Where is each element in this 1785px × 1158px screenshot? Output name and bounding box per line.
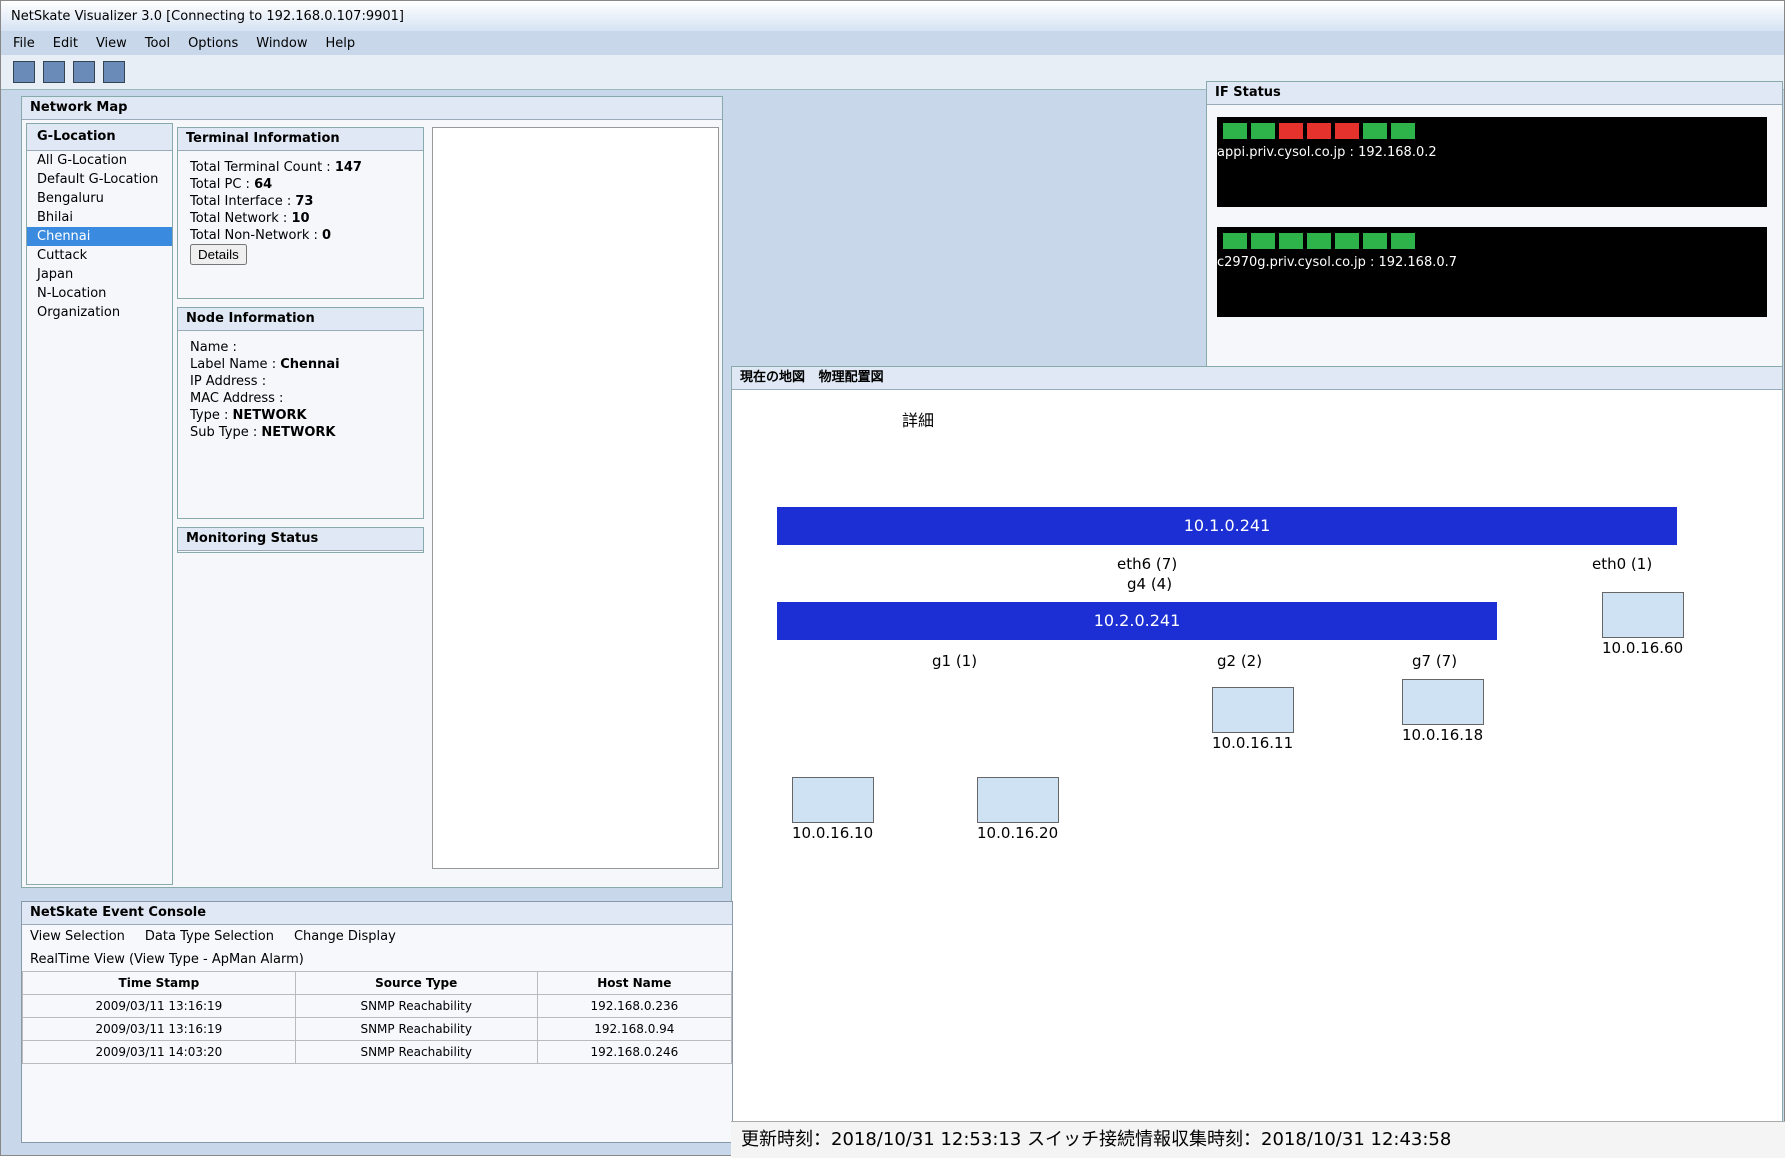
host-node[interactable] [1212,687,1294,733]
if-device-2: c2970g.priv.cysol.co.jp : 192.168.0.7 [1217,227,1767,317]
tab-physical-layout[interactable]: 物理配置図 [819,370,884,385]
details-button[interactable]: Details [190,244,247,265]
menu-file[interactable]: File [13,36,35,51]
tree-item[interactable]: Bengaluru [27,189,172,208]
nlocation-tab[interactable]: N-Location [27,284,172,303]
network-map-panel: Network Map G-Location All G-Location De… [21,96,723,888]
if-device-1: appi.priv.cysol.co.jp : 192.168.0.2 [1217,117,1767,207]
network-bar[interactable]: 10.2.0.241 [777,602,1497,640]
toolbar-icon[interactable] [13,61,35,83]
table-row[interactable]: 2009/03/11 13:16:19 SNMP Reachability 192.… [22,994,733,1018]
tree-item[interactable]: Default G-Location [27,170,172,189]
table-row[interactable]: 2009/03/11 14:03:20 SNMP Reachability 192.… [22,1040,733,1064]
host-label: c2970g.priv.cysol.co.jp : 192.168.0.7 [1217,255,1458,270]
organization-tab[interactable]: Organization [27,303,172,322]
physical-map-window: 現在の地図 物理配置図 詳細 10.1.0.241 10.2.0.241 eth… [731,366,1783,1123]
menu-edit[interactable]: Edit [53,36,78,51]
tree-item[interactable]: All G-Location [27,151,172,170]
toolbar-icon[interactable] [73,61,95,83]
glocation-header: G-Location [27,124,172,151]
window-title: NetSkate Visualizer 3.0 [Connecting to 1… [1,1,1784,31]
main-window: NetSkate Visualizer 3.0 [Connecting to 1… [0,0,1785,1158]
network-bar[interactable]: 10.1.0.241 [777,507,1677,545]
tree-item[interactable]: Bhilai [27,208,172,227]
tree-item[interactable]: Chennai [27,227,172,246]
glocation-tree: G-Location All G-Location Default G-Loca… [26,123,173,885]
if-status-title: IF Status [1207,82,1782,105]
terminal-header: Terminal Information [178,128,423,151]
toolbar-icon[interactable] [43,61,65,83]
menu-tool[interactable]: Tool [145,36,170,51]
event-console: NetSkate Event Console View Selection Dat… [21,901,733,1143]
if-status-panel: IF Status appi.priv.cysol.co.jp : 192.16… [1206,81,1783,368]
host-node[interactable] [792,777,874,823]
menu-window[interactable]: Window [256,36,307,51]
monitoring-status[interactable]: Monitoring Status [177,527,424,553]
node-header: Node Information [178,308,423,331]
menu-options[interactable]: Options [188,36,238,51]
event-table: Time Stamp Source Type Host Name 2009/03/1… [22,971,733,1064]
view-label: RealTime View (View Type - ApMan Alarm) [30,952,304,967]
host-label: appi.priv.cysol.co.jp : 192.168.0.2 [1217,145,1437,160]
host-node[interactable] [1402,679,1484,725]
host-node[interactable] [977,777,1059,823]
tab-current-map[interactable]: 現在の地図 [740,370,805,385]
node-info: Node Information Name : Label Name : Che… [177,307,424,519]
table-row[interactable]: 2009/03/11 13:16:19 SNMP Reachability 192.… [22,1017,733,1041]
network-map-title: Network Map [22,97,722,120]
console-title: NetSkate Event Console [22,902,732,925]
host-node[interactable] [1602,592,1684,638]
menu-bar: File Edit View Tool Options Window Help [1,31,1784,55]
menu-help[interactable]: Help [326,36,356,51]
terminal-values: Total Terminal Count : 147 Total PC : 64… [178,151,423,273]
network-canvas[interactable] [432,127,719,869]
detail-label[interactable]: 詳細 [902,407,934,431]
tree-item[interactable]: Japan [27,265,172,284]
status-bar: 更新時刻：2018/10/31 12:53:13 スイッチ接続情報収集時刻：20… [731,1121,1785,1158]
terminal-info: Terminal Information Total Terminal Coun… [177,127,424,299]
map-tabs: 現在の地図 物理配置図 [732,367,1782,390]
tree-item[interactable]: Cuttack [27,246,172,265]
menu-view[interactable]: View [96,36,127,51]
toolbar-icon[interactable] [103,61,125,83]
